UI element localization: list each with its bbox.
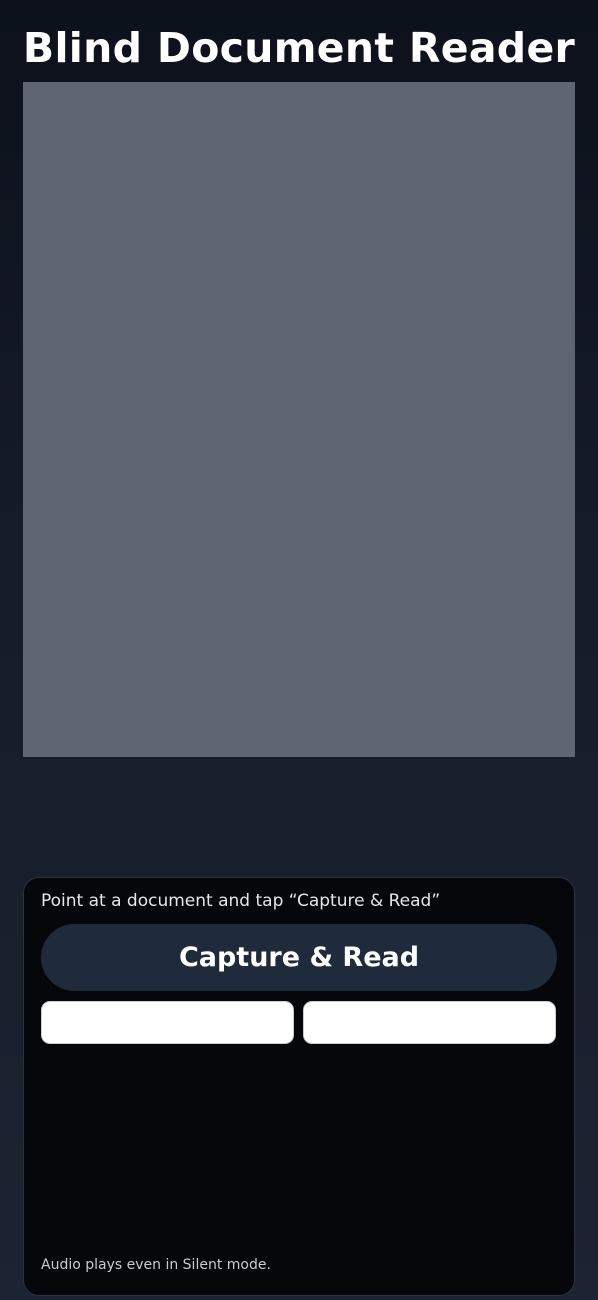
page-title: Blind Document Reader — [22, 24, 576, 72]
camera-preview — [23, 82, 575, 757]
instruction-text: Point at a document and tap “Capture & R… — [41, 891, 441, 911]
capture-read-button[interactable]: Capture & Read — [41, 924, 557, 991]
secondary-button-left[interactable] — [41, 1001, 294, 1044]
secondary-button-right[interactable] — [303, 1001, 556, 1044]
control-panel: Point at a document and tap “Capture & R… — [23, 877, 575, 1296]
audio-note: Audio plays even in Silent mode. — [41, 1257, 271, 1273]
